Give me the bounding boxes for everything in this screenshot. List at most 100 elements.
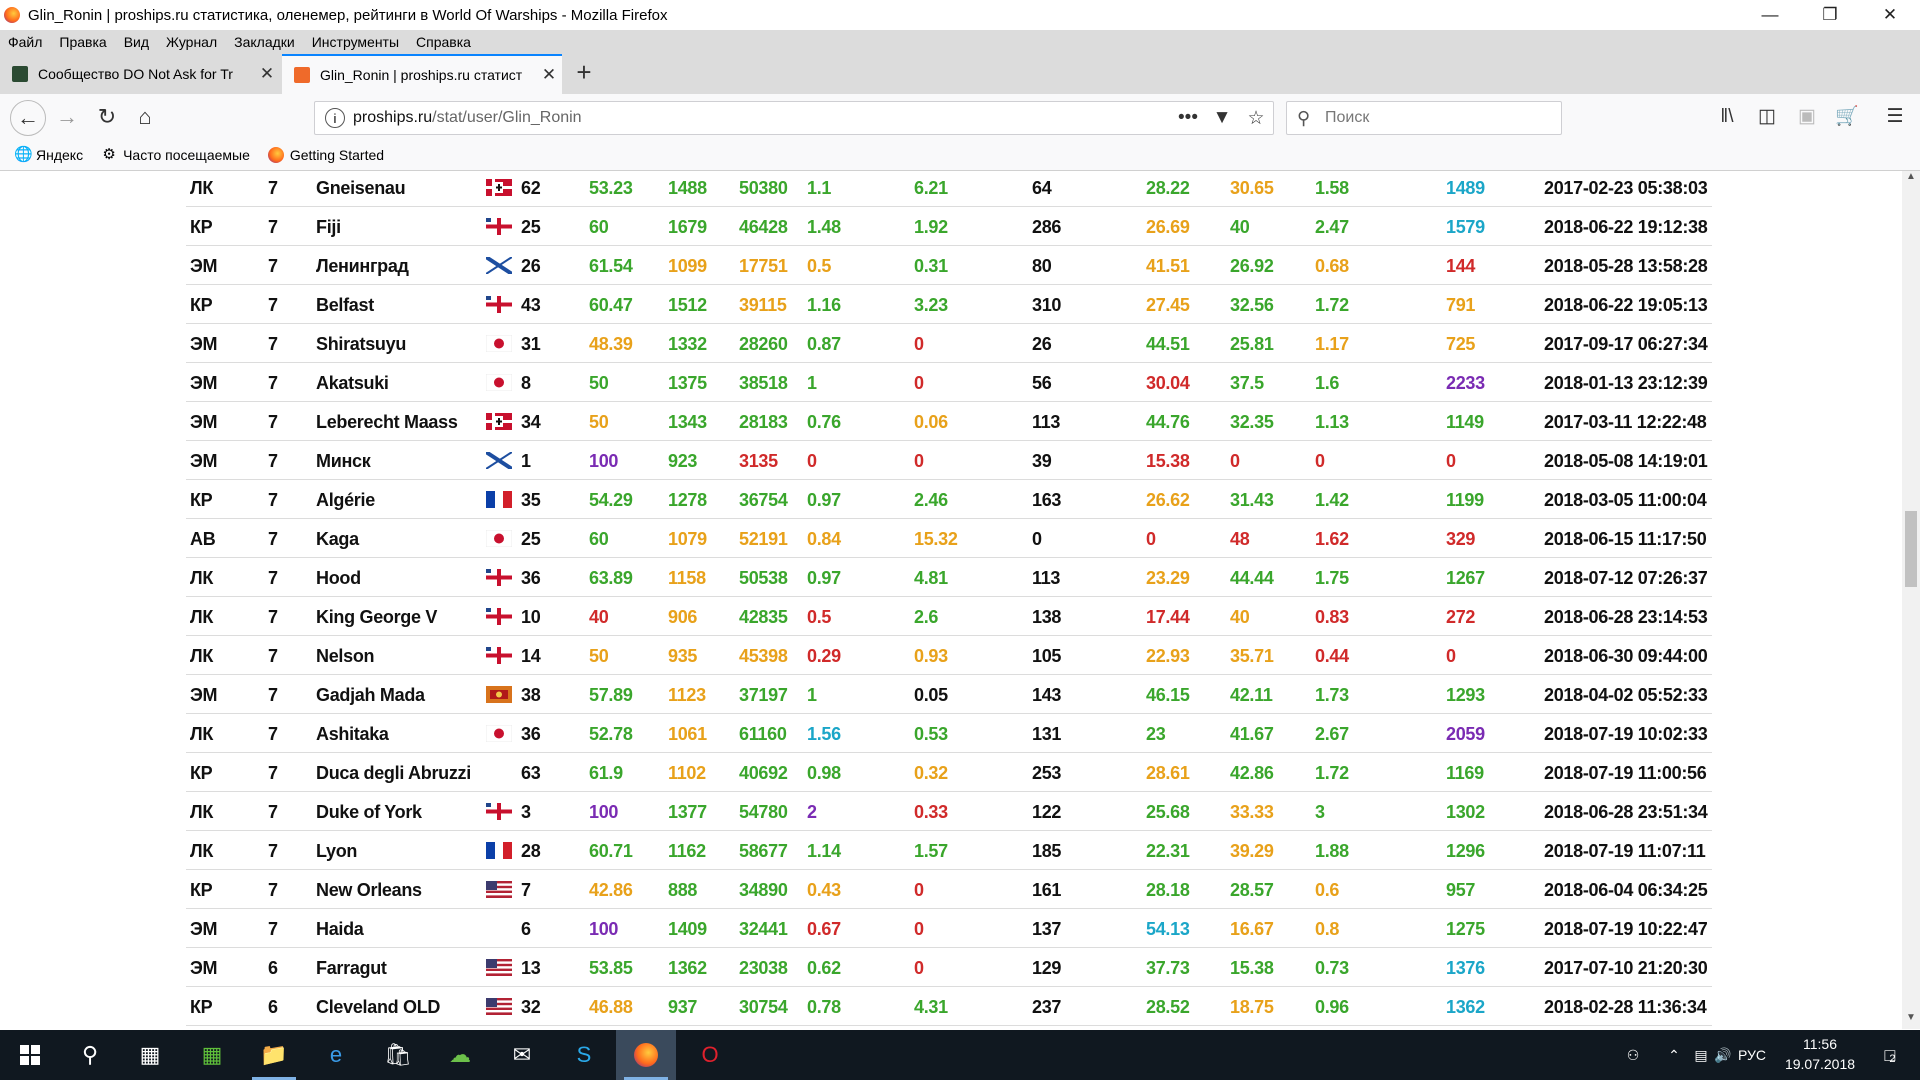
language-indicator[interactable]: РУС xyxy=(1732,1030,1772,1080)
taskbar-clock[interactable]: 11:56 19.07.2018 xyxy=(1772,1034,1868,1074)
stat-cell: 122 xyxy=(1032,802,1062,822)
stat-cell: 0 xyxy=(914,451,924,471)
flag-france-icon xyxy=(486,842,512,859)
ship-name[interactable]: Lyon xyxy=(316,841,357,861)
menu-help[interactable]: Справка xyxy=(416,34,471,50)
url-domain: proships.ru xyxy=(353,109,433,126)
menu-view[interactable]: Вид xyxy=(124,34,149,50)
site-info-icon[interactable]: i xyxy=(325,108,345,128)
menu-history[interactable]: Журнал xyxy=(166,34,217,50)
url-bar[interactable]: i proships.ru /stat/user/Glin_Ronin ••• … xyxy=(314,101,1274,135)
page-scrollbar[interactable]: ▲ ▼ xyxy=(1902,171,1920,1029)
mail-icon[interactable]: ✉ xyxy=(492,1030,552,1080)
home-button[interactable]: ⌂ xyxy=(130,102,160,132)
bookmark-star-icon[interactable]: ☆ xyxy=(1239,107,1273,130)
stat-cell: 1 xyxy=(807,685,817,705)
ship-name[interactable]: Duke of York xyxy=(316,802,422,822)
new-tab-button[interactable]: + xyxy=(570,58,598,86)
minimize-button[interactable]: — xyxy=(1740,5,1800,25)
extension-icon[interactable]: ▣ xyxy=(1792,102,1822,132)
stat-cell: 23038 xyxy=(739,958,788,978)
stat-cell: 0 xyxy=(1032,529,1042,549)
ship-name[interactable]: Ленинград xyxy=(316,256,409,276)
ship-name[interactable]: Hood xyxy=(316,568,361,588)
stat-cell: 28.52 xyxy=(1146,997,1190,1017)
close-tab-icon[interactable]: ✕ xyxy=(254,64,280,84)
skype-icon[interactable]: S xyxy=(554,1030,614,1080)
ship-name[interactable]: Belfast xyxy=(316,295,374,315)
ship-name[interactable]: Nelson xyxy=(316,646,375,666)
edge-icon[interactable]: e xyxy=(306,1030,366,1080)
firefox-taskbar-icon[interactable] xyxy=(616,1030,676,1080)
scroll-up-icon[interactable]: ▲ xyxy=(1902,171,1920,188)
people-icon[interactable]: ⚇ xyxy=(1620,1030,1646,1080)
menu-tools[interactable]: Инструменты xyxy=(312,34,399,50)
ship-name[interactable]: Gadjah Mada xyxy=(316,685,425,705)
stat-cell: 0 xyxy=(914,373,924,393)
hamburger-menu-icon[interactable]: ☰ xyxy=(1880,102,1910,132)
page-actions-icon[interactable]: ••• xyxy=(1171,107,1205,129)
ship-name[interactable]: New Orleans xyxy=(316,880,422,900)
ship-name[interactable]: Shiratsuyu xyxy=(316,334,406,354)
file-explorer-icon[interactable]: 📁 xyxy=(244,1030,304,1080)
ship-tier: 7 xyxy=(268,919,278,939)
tab-proships[interactable]: Glin_Ronin | proships.ru статист ✕ xyxy=(282,54,562,94)
volume-icon[interactable]: 🔊 xyxy=(1712,1030,1734,1080)
notes-app-icon[interactable]: ▦ xyxy=(182,1030,242,1080)
ship-name[interactable]: Farragut xyxy=(316,958,387,978)
cart-icon[interactable]: 🛒 xyxy=(1832,102,1862,132)
stat-cell: 40 xyxy=(589,607,609,627)
store-icon[interactable]: 🛍 xyxy=(368,1030,428,1080)
bookmark-getting-started[interactable]: Getting Started xyxy=(267,147,384,163)
menu-file[interactable]: Файл xyxy=(8,34,42,50)
ship-tier: 7 xyxy=(268,334,278,354)
back-button[interactable]: ← xyxy=(10,100,46,136)
tray-chevron-up-icon[interactable]: ⌃ xyxy=(1664,1030,1684,1080)
stat-cell: 53.85 xyxy=(589,958,633,978)
restore-button[interactable]: ❐ xyxy=(1800,5,1860,25)
close-window-button[interactable]: ✕ xyxy=(1860,5,1920,25)
scroll-down-icon[interactable]: ▼ xyxy=(1902,1012,1920,1029)
bookmark-yandex[interactable]: 🌐 Яндекс xyxy=(14,147,83,164)
ship-name[interactable]: Fiji xyxy=(316,217,341,237)
stat-cell: 34890 xyxy=(739,880,788,900)
ship-name[interactable]: Algérie xyxy=(316,490,375,510)
battles-count: 36 xyxy=(521,724,541,744)
ship-name[interactable]: Ashitaka xyxy=(316,724,389,744)
task-view-icon[interactable]: ▦ xyxy=(120,1030,180,1080)
menu-bookmarks[interactable]: Закладки xyxy=(234,34,295,50)
ship-name[interactable]: Leberecht Maass xyxy=(316,412,458,432)
ship-name[interactable]: Gneisenau xyxy=(316,178,406,198)
network-icon[interactable]: ▤ xyxy=(1690,1030,1712,1080)
game-center-icon[interactable]: ☁ xyxy=(430,1030,490,1080)
stat-cell: 1.48 xyxy=(807,217,841,237)
search-input[interactable]: ⚲ Поиск xyxy=(1286,101,1562,135)
windows-start-icon[interactable] xyxy=(0,1030,60,1080)
pocket-icon[interactable]: ▼ xyxy=(1205,107,1239,129)
ship-name[interactable]: Duca degli Abruzzi xyxy=(316,763,471,783)
close-tab-icon[interactable]: ✕ xyxy=(536,65,562,85)
tab-community[interactable]: Сообщество DO Not Ask for Tr ✕ xyxy=(0,54,280,94)
sidebar-icon[interactable]: ◫ xyxy=(1752,102,1782,132)
stat-cell: 30.04 xyxy=(1146,373,1190,393)
ship-name[interactable]: Haida xyxy=(316,919,364,939)
stat-cell: 18.75 xyxy=(1230,997,1274,1017)
stat-cell: 35.71 xyxy=(1230,646,1274,666)
ship-name[interactable]: King George V xyxy=(316,607,437,627)
forward-button[interactable]: → xyxy=(52,102,82,132)
ship-name[interactable]: Akatsuki xyxy=(316,373,389,393)
menu-edit[interactable]: Правка xyxy=(59,34,106,50)
library-icon[interactable]: ‖\ xyxy=(1712,102,1742,132)
ship-type: КР xyxy=(190,880,213,900)
ship-name[interactable]: Kaga xyxy=(316,529,359,549)
reload-button[interactable]: ↻ xyxy=(92,102,122,132)
ship-name[interactable]: Минск xyxy=(316,451,371,471)
bookmark-most-visited[interactable]: ⚙ Часто посещаемые xyxy=(101,147,250,164)
notifications-icon[interactable]: □ 2 xyxy=(1870,1030,1910,1080)
search-taskbar-icon[interactable]: ⚲ xyxy=(60,1030,120,1080)
ship-name[interactable]: Cleveland OLD xyxy=(316,997,440,1017)
last-battle-date: 2018-02-28 11:36:34 xyxy=(1544,997,1707,1017)
opera-icon[interactable]: O xyxy=(680,1030,740,1080)
stat-cell: 1.17 xyxy=(1315,334,1349,354)
scroll-thumb[interactable] xyxy=(1905,511,1917,587)
